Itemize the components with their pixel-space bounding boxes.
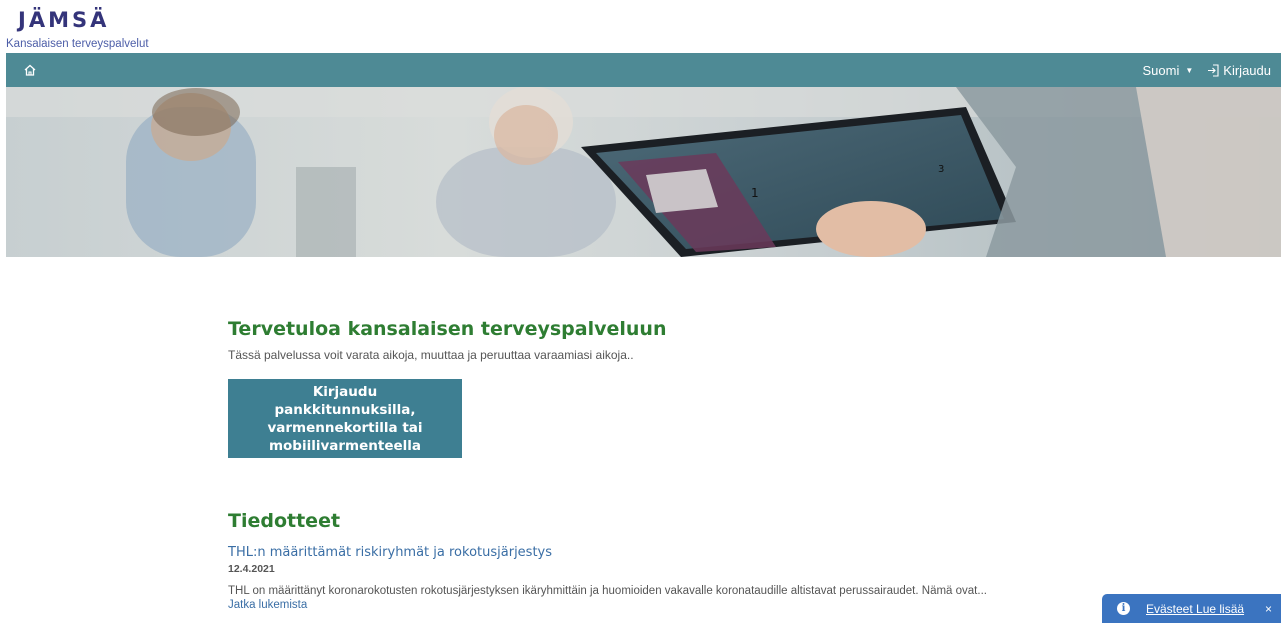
news-item-date: 12.4.2021 xyxy=(228,563,275,575)
news-item: THL:n määrittämät riskiryhmät ja rokotus… xyxy=(228,545,1088,611)
login-label: Kirjaudu xyxy=(1223,62,1271,78)
close-icon[interactable]: × xyxy=(1265,602,1272,616)
cookie-read-more-link[interactable]: Evästeet Lue lisää xyxy=(1146,602,1244,616)
hero-banner: 1 3 xyxy=(6,87,1281,257)
brand-header: JÄMSÄ Kansalaisen terveyspalvelut xyxy=(0,0,1281,53)
hero-image: 1 3 xyxy=(6,87,1281,257)
language-label: Suomi xyxy=(1142,62,1180,78)
home-icon xyxy=(24,64,36,76)
svg-text:3: 3 xyxy=(938,164,944,175)
language-dropdown[interactable]: Suomi ▼ xyxy=(1143,63,1194,78)
login-link[interactable]: Kirjaudu xyxy=(1207,63,1271,78)
news-item-excerpt: THL on määrittänyt koronarokotusten roko… xyxy=(228,585,987,597)
bank-login-button[interactable]: Kirjaudu pankkitunnuksilla, varmennekort… xyxy=(228,379,462,458)
bank-login-button-label: Kirjaudu pankkitunnuksilla, varmennekort… xyxy=(267,383,423,454)
svg-text:1: 1 xyxy=(751,186,759,200)
welcome-title: Tervetuloa kansalaisen terveyspalveluun xyxy=(228,318,667,340)
info-icon: i xyxy=(1117,602,1130,615)
cookie-notice: i Evästeet Lue lisää × xyxy=(1102,594,1281,623)
caret-down-icon: ▼ xyxy=(1185,65,1194,75)
home-button[interactable] xyxy=(20,60,40,80)
read-more-link[interactable]: Jatka lukemista xyxy=(228,599,1088,611)
main-content: Tervetuloa kansalaisen terveyspalveluun … xyxy=(228,318,1088,611)
sign-in-icon xyxy=(1208,63,1219,77)
navbar: Suomi ▼ Kirjaudu xyxy=(6,53,1281,87)
logo[interactable]: JÄMSÄ xyxy=(18,8,109,32)
news-section-title: Tiedotteet xyxy=(228,510,341,532)
logo-subtitle: Kansalaisen terveyspalvelut xyxy=(6,38,149,50)
welcome-text: Tässä palvelussa voit varata aikoja, muu… xyxy=(228,348,634,362)
news-item-title-link[interactable]: THL:n määrittämät riskiryhmät ja rokotus… xyxy=(228,545,1088,560)
